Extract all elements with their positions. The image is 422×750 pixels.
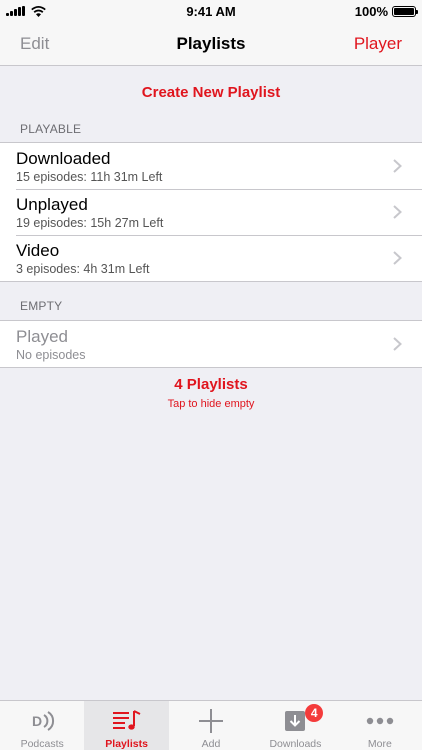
svg-text:D: D bbox=[32, 713, 42, 729]
tab-label: More bbox=[367, 738, 392, 750]
tab-more[interactable]: More bbox=[338, 701, 422, 750]
playlist-row-unplayed[interactable]: Unplayed 19 episodes: 15h 27m Left bbox=[0, 189, 422, 235]
playlist-title: Unplayed bbox=[16, 195, 88, 214]
tab-label: Playlists bbox=[105, 738, 148, 750]
playlist-title: Video bbox=[16, 241, 60, 260]
tab-add[interactable]: Add bbox=[169, 701, 253, 750]
more-icon bbox=[366, 705, 394, 736]
playable-group: Downloaded 15 episodes: 11h 31m Left Unp… bbox=[0, 142, 422, 282]
tab-downloads[interactable]: 4 Downloads bbox=[253, 701, 337, 750]
battery-icon bbox=[392, 5, 418, 17]
chevron-right-icon bbox=[393, 251, 402, 265]
chevron-right-icon bbox=[393, 159, 402, 173]
tab-label: Podcasts bbox=[20, 738, 64, 750]
player-button[interactable]: Player bbox=[354, 34, 402, 54]
playlist-title: Played bbox=[16, 327, 68, 346]
playlists-icon bbox=[112, 705, 142, 736]
status-left bbox=[6, 5, 46, 17]
create-new-playlist-button[interactable]: Create New Playlist bbox=[0, 66, 422, 118]
cellular-signal-icon bbox=[6, 6, 25, 16]
downloads-icon bbox=[283, 705, 307, 736]
tab-podcasts[interactable]: D Podcasts bbox=[0, 701, 84, 750]
playlist-subtitle: 19 episodes: 15h 27m Left bbox=[16, 216, 164, 230]
playlist-subtitle: No episodes bbox=[16, 348, 86, 362]
wifi-icon bbox=[31, 5, 46, 17]
downloads-badge: 4 bbox=[305, 704, 324, 722]
status-right: 100% bbox=[354, 3, 418, 19]
section-header-playable: PLAYABLE bbox=[20, 122, 82, 136]
playlist-row-played[interactable]: Played No episodes bbox=[0, 321, 422, 367]
chevron-right-icon bbox=[393, 205, 402, 219]
tab-playlists[interactable]: Playlists bbox=[84, 701, 169, 750]
playlists-summary[interactable]: 4 Playlists Tap to hide empty bbox=[0, 376, 422, 410]
playlist-count: 4 Playlists bbox=[174, 376, 248, 393]
edit-button[interactable]: Edit bbox=[20, 34, 49, 54]
empty-group: Played No episodes bbox=[0, 320, 422, 368]
status-bar: 9:41 AM 100% bbox=[0, 0, 422, 22]
section-header-empty: EMPTY bbox=[20, 299, 63, 313]
tab-bar: D Podcasts Playlists Add 4 Downloads Mor… bbox=[0, 700, 422, 750]
playlist-title: Downloaded bbox=[16, 149, 111, 168]
chevron-right-icon bbox=[393, 337, 402, 351]
tab-label: Downloads bbox=[269, 738, 322, 750]
playlist-subtitle: 15 episodes: 11h 31m Left bbox=[16, 170, 163, 184]
tab-label: Add bbox=[201, 738, 221, 750]
add-icon bbox=[198, 705, 224, 736]
battery-percentage: 100% bbox=[354, 3, 388, 19]
hide-empty-hint: Tap to hide empty bbox=[167, 398, 255, 410]
battery-level bbox=[394, 7, 414, 15]
navigation-bar: Edit Playlists Player bbox=[0, 22, 422, 66]
playlist-row-downloaded[interactable]: Downloaded 15 episodes: 11h 31m Left bbox=[0, 143, 422, 189]
podcasts-icon: D bbox=[29, 705, 55, 736]
playlist-subtitle: 3 episodes: 4h 31m Left bbox=[16, 262, 150, 276]
playlist-row-video[interactable]: Video 3 episodes: 4h 31m Left bbox=[0, 235, 422, 281]
